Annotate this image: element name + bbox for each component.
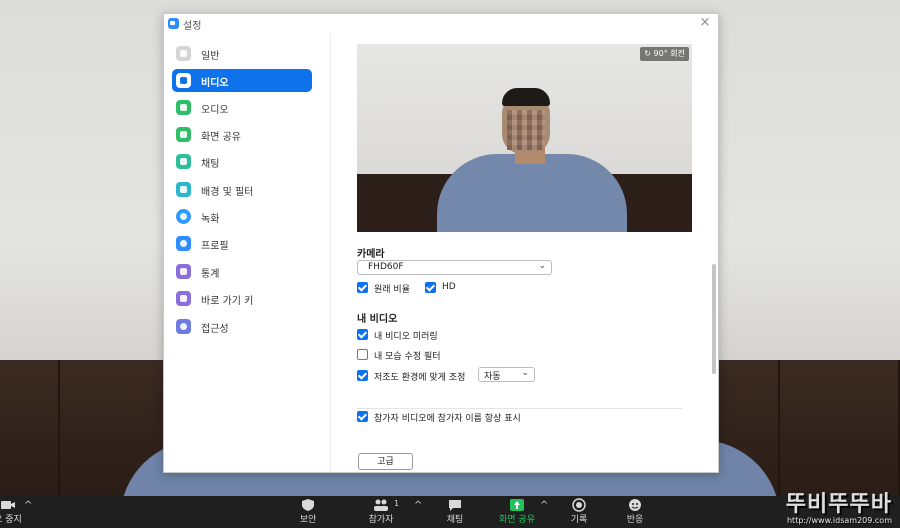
shield-icon [302, 499, 314, 511]
low-light-select[interactable]: 자동 ⌄ [478, 367, 535, 382]
touch-up-checkbox[interactable] [357, 349, 368, 360]
watermark-url: http://www.idsam209.com [786, 516, 892, 525]
stop-video-label: 오 중지 [0, 515, 22, 525]
camera-preview: ↻ 90° 회전 [357, 44, 692, 232]
share-screen-button[interactable]: 화면 공유 [487, 498, 547, 526]
accessibility-icon [176, 319, 191, 334]
smiley-icon [629, 499, 641, 511]
camera-select[interactable]: FHD60F ⌄ [357, 260, 552, 275]
sidebar-item-audio[interactable]: 오디오 [172, 96, 312, 119]
my-video-section-title: 내 비디오 [357, 314, 398, 325]
sidebar-item-shortcuts[interactable]: 바로 가기 키 [172, 287, 312, 310]
sidebar-item-general[interactable]: 일반 [172, 42, 312, 65]
low-light-label: 저조도 환경에 맞게 조정 [374, 373, 466, 383]
headphones-icon [176, 100, 191, 115]
share-screen-icon [176, 127, 191, 142]
settings-scrollbar[interactable] [712, 264, 716, 374]
mirror-video-checkbox[interactable] [357, 329, 368, 340]
record-label: 기록 [570, 515, 588, 525]
sidebar-item-share-screen[interactable]: 화면 공유 [172, 123, 312, 146]
low-light-select-value: 자동 [484, 372, 501, 382]
window-title: 설정 [183, 21, 202, 32]
reactions-label: 반응 [626, 515, 644, 525]
settings-window: 설정 × 일반 비디오 오디오 화면 공유 채팅 배경 및 필터 녹화 프로필 … [163, 13, 719, 473]
record-button[interactable]: 기록 [549, 498, 609, 526]
video-settings-panel: ↻ 90° 회전 카메라 FHD60F ⌄ 원래 비율 HD 내 비디오 내 비… [332, 34, 718, 472]
sidebar-item-label: 일반 [201, 51, 220, 62]
hd-label: HD [442, 282, 456, 292]
sidebar-item-statistics[interactable]: 통계 [172, 260, 312, 283]
sidebar-item-recording[interactable]: 녹화 [172, 205, 312, 228]
show-names-label: 참가자 비디오에 참가자 이름 항상 표시 [374, 414, 521, 424]
video-icon [176, 73, 191, 88]
participants-button[interactable]: 참가자 [351, 498, 411, 526]
hd-checkbox[interactable] [425, 282, 436, 293]
sidebar-item-label: 배경 및 필터 [201, 187, 254, 198]
zoom-app-icon [168, 18, 179, 29]
section-divider [357, 408, 682, 409]
sidebar-item-label: 채팅 [201, 159, 220, 170]
reactions-button[interactable]: 반응 [605, 498, 665, 526]
sidebar-item-label: 녹화 [201, 214, 220, 225]
sidebar-item-label: 비디오 [201, 78, 229, 89]
video-camera-icon [1, 501, 15, 509]
statistics-icon [176, 264, 191, 279]
advanced-button[interactable]: 고급 [358, 453, 413, 470]
security-label: 보안 [299, 515, 317, 525]
chat-bubble-icon [449, 500, 461, 511]
sidebar-item-label: 접근성 [201, 324, 229, 335]
touch-up-label: 내 모습 수정 필터 [374, 352, 441, 362]
show-names-checkbox[interactable] [357, 411, 368, 422]
chevron-down-icon: ⌄ [538, 261, 546, 271]
keyboard-icon [176, 291, 191, 306]
sidebar-item-chat[interactable]: 채팅 [172, 150, 312, 173]
background-icon [176, 182, 191, 197]
record-icon [176, 209, 191, 224]
close-button[interactable]: × [698, 16, 712, 30]
settings-sidebar: 일반 비디오 오디오 화면 공유 채팅 배경 및 필터 녹화 프로필 통계 바로… [164, 34, 331, 472]
gear-icon [176, 46, 191, 61]
video-options-caret[interactable]: ^ [24, 500, 32, 511]
chat-icon [176, 154, 191, 169]
sidebar-item-background[interactable]: 배경 및 필터 [172, 178, 312, 201]
original-ratio-checkbox[interactable] [357, 282, 368, 293]
face-mosaic [507, 110, 545, 150]
share-options-caret[interactable]: ^ [540, 500, 548, 511]
record-icon [572, 498, 586, 512]
sidebar-item-profile[interactable]: 프로필 [172, 232, 312, 255]
sidebar-item-label: 통계 [201, 269, 220, 280]
meeting-toolbar: 오 중지 ^ 보안 참가자 1 ^ 채팅 화면 공유 ^ 기록 반응 뚜비뚜뚜바… [0, 492, 900, 528]
participants-label: 참가자 [368, 515, 394, 525]
mirror-video-label: 내 비디오 미러링 [374, 332, 438, 342]
watermark: 뚜비뚜뚜바 http://www.idsam209.com [712, 492, 892, 526]
sidebar-item-accessibility[interactable]: 접근성 [172, 315, 312, 338]
chevron-down-icon: ⌄ [521, 368, 529, 378]
sidebar-item-label: 화면 공유 [201, 132, 241, 143]
title-bar: 설정 × [164, 14, 718, 34]
participants-options-caret[interactable]: ^ [414, 500, 422, 511]
sidebar-item-label: 프로필 [201, 241, 229, 252]
sidebar-item-label: 오디오 [201, 105, 229, 116]
chat-button[interactable]: 채팅 [425, 498, 485, 526]
original-ratio-label: 원래 비율 [374, 285, 410, 295]
security-button[interactable]: 보안 [278, 498, 338, 526]
participants-count: 1 [394, 499, 400, 508]
profile-icon [176, 236, 191, 251]
low-light-checkbox[interactable] [357, 370, 368, 381]
share-screen-icon [510, 499, 524, 511]
camera-select-value: FHD60F [368, 262, 404, 272]
participants-icon [374, 499, 388, 511]
camera-section-title: 카메라 [357, 249, 385, 260]
sidebar-item-video[interactable]: 비디오 [172, 69, 312, 92]
share-screen-label: 화면 공유 [499, 515, 535, 525]
sidebar-item-label: 바로 가기 키 [201, 296, 254, 307]
rotate-90-button[interactable]: ↻ 90° 회전 [640, 47, 689, 61]
watermark-brand: 뚜비뚜뚜바 [785, 492, 892, 517]
chat-label: 채팅 [446, 515, 464, 525]
